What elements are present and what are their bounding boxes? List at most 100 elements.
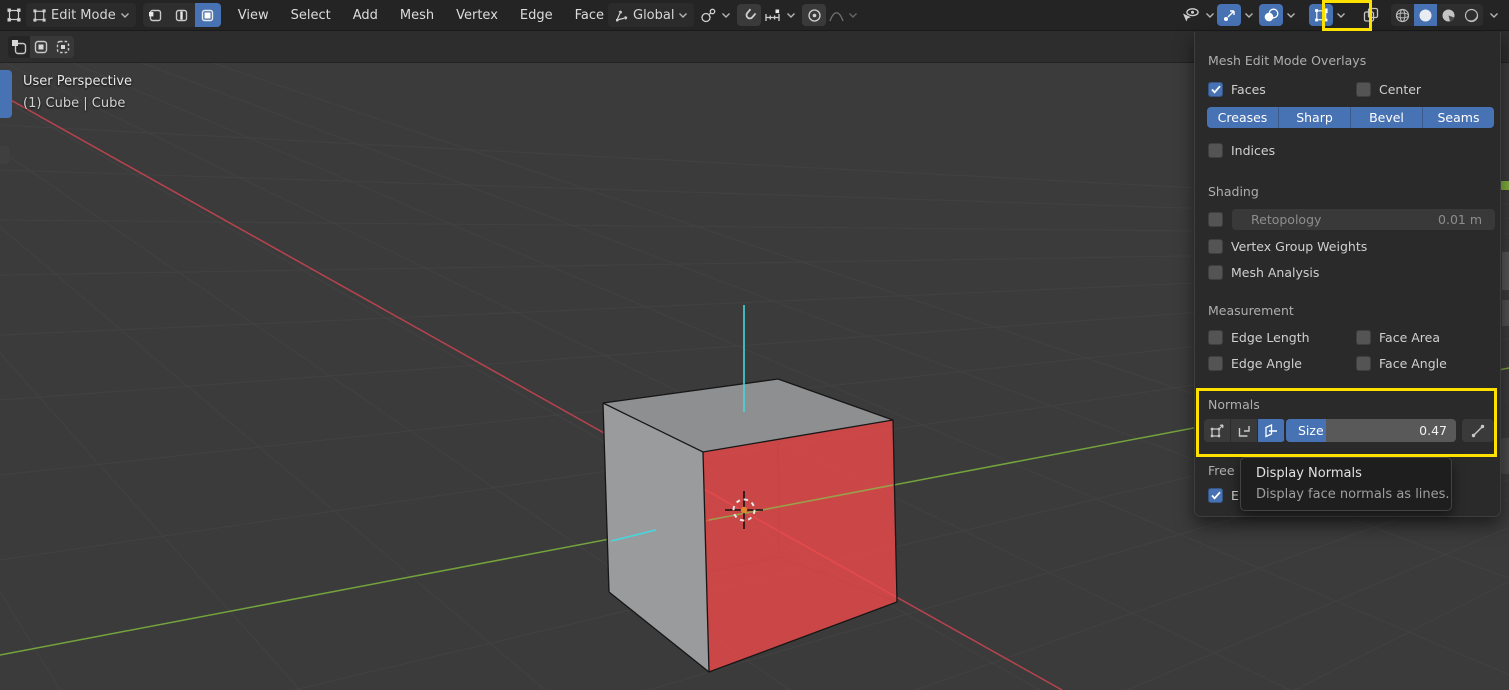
face-angle-row[interactable]: Face Angle bbox=[1356, 356, 1447, 371]
menu-bar: View Select Add Mesh Vertex Edge Face UV bbox=[227, 8, 656, 23]
creases-button[interactable]: Creases bbox=[1207, 107, 1279, 128]
vertex-select-button[interactable] bbox=[142, 3, 169, 27]
face-select-button[interactable] bbox=[194, 3, 221, 27]
edge-angle-row[interactable]: Edge Angle bbox=[1208, 356, 1302, 371]
chevron-down-icon bbox=[722, 12, 731, 18]
split-normals-button[interactable] bbox=[1231, 419, 1258, 442]
menu-select[interactable]: Select bbox=[280, 8, 342, 23]
overlays-dropdown[interactable] bbox=[1283, 12, 1299, 19]
proportional-edit-controls bbox=[802, 3, 858, 27]
size-value: 0.47 bbox=[1419, 423, 1447, 438]
retopology-checkbox-row[interactable] bbox=[1208, 212, 1223, 227]
mesh-analysis-checkbox[interactable] bbox=[1208, 265, 1223, 280]
chevron-down-icon bbox=[787, 12, 796, 18]
face-normals-icon bbox=[1265, 423, 1277, 438]
solid-icon bbox=[1419, 9, 1432, 21]
indices-checkbox[interactable] bbox=[1208, 143, 1223, 158]
show-gizmo-button[interactable] bbox=[1217, 4, 1241, 26]
edit-mode-overlays-button[interactable] bbox=[1309, 4, 1333, 26]
menu-view[interactable]: View bbox=[227, 8, 280, 23]
constant-screen-size-button[interactable] bbox=[1462, 419, 1494, 442]
orientation-label: Global bbox=[633, 7, 675, 23]
center-checkbox-row[interactable]: Center bbox=[1356, 82, 1421, 97]
measurement-section-title: Measurement bbox=[1208, 303, 1294, 318]
edit-mode-overlays-dropdown[interactable] bbox=[1333, 12, 1349, 19]
edge-select-button[interactable] bbox=[168, 3, 195, 27]
object-visibility-dropdown[interactable] bbox=[1181, 3, 1215, 27]
gizmo-dropdown[interactable] bbox=[1241, 12, 1257, 19]
xray-toggle-button[interactable] bbox=[1359, 4, 1383, 26]
gizmo-controls bbox=[1217, 4, 1257, 26]
right-sliver-mark-2 bbox=[1502, 300, 1509, 326]
edge-marks-row[interactable]: E bbox=[1208, 488, 1239, 503]
chevron-down-icon bbox=[1245, 12, 1253, 18]
right-sliver-mark-1 bbox=[1502, 252, 1509, 290]
chevron-down-icon bbox=[1287, 12, 1295, 18]
mesh-analysis-row[interactable]: Mesh Analysis bbox=[1208, 265, 1319, 280]
face-area-checkbox[interactable] bbox=[1356, 330, 1371, 345]
material-shading-button[interactable] bbox=[1437, 4, 1460, 26]
edge-angle-checkbox[interactable] bbox=[1208, 356, 1223, 371]
xray-icon bbox=[1363, 7, 1379, 22]
viewport-header: Edit Mode View Select Add Mesh Vertex Ed… bbox=[0, 0, 1509, 31]
menu-edge[interactable]: Edge bbox=[509, 8, 564, 23]
mode-selector[interactable]: Edit Mode bbox=[26, 3, 136, 27]
sharp-button[interactable]: Sharp bbox=[1279, 107, 1351, 128]
axes-icon bbox=[616, 9, 628, 21]
select-mode-extend-button[interactable] bbox=[30, 35, 52, 58]
editor-type-button[interactable] bbox=[6, 3, 22, 27]
indices-checkbox-row[interactable]: Indices bbox=[1208, 143, 1275, 158]
eye-pointer-icon bbox=[1183, 8, 1199, 22]
vertex-group-weights-row[interactable]: Vertex Group Weights bbox=[1208, 239, 1367, 254]
face-angle-checkbox[interactable] bbox=[1356, 356, 1371, 371]
check-icon bbox=[1210, 85, 1221, 94]
transform-orientation-dropdown[interactable]: Global bbox=[608, 3, 695, 27]
select-mode-set-button[interactable] bbox=[8, 35, 30, 58]
vertex-normals-button[interactable] bbox=[1204, 419, 1231, 442]
right-sliver-green bbox=[1501, 181, 1509, 190]
show-overlays-button[interactable] bbox=[1259, 4, 1283, 26]
rendered-shading-button[interactable] bbox=[1460, 4, 1483, 26]
retopology-slider[interactable]: Retopology 0.01 m bbox=[1232, 209, 1495, 230]
select-subtract-icon bbox=[56, 40, 70, 53]
size-label: Size bbox=[1298, 423, 1324, 438]
menu-mesh[interactable]: Mesh bbox=[389, 8, 445, 23]
active-tool-button[interactable] bbox=[0, 70, 12, 118]
proportional-edit-button[interactable] bbox=[802, 4, 827, 26]
overlay-controls bbox=[1259, 4, 1299, 26]
select-mode-subtract-button[interactable] bbox=[52, 35, 74, 58]
mesh-edit-overlays-panel: Mesh Edit Mode Overlays Faces Center Cre… bbox=[1194, 32, 1501, 517]
menu-vertex[interactable]: Vertex bbox=[445, 8, 509, 23]
edge-length-row[interactable]: Edge Length bbox=[1208, 330, 1310, 345]
vertex-group-weights-checkbox[interactable] bbox=[1208, 239, 1223, 254]
chevron-down-icon bbox=[849, 12, 858, 18]
menu-add[interactable]: Add bbox=[342, 8, 389, 23]
tool-button[interactable] bbox=[0, 146, 10, 164]
viewport-info-text: User Perspective (1) Cube | Cube bbox=[23, 74, 132, 111]
normals-size-slider[interactable]: Size 0.47 bbox=[1286, 419, 1456, 442]
edge-angle-label: Edge Angle bbox=[1231, 356, 1303, 371]
freestyle-section-title-partial: Free bbox=[1208, 463, 1235, 478]
face-normals-button[interactable] bbox=[1258, 419, 1285, 442]
snap-target-dropdown[interactable] bbox=[764, 3, 796, 27]
snap-toggle-button[interactable] bbox=[737, 4, 762, 26]
retopology-checkbox[interactable] bbox=[1208, 212, 1223, 227]
falloff-dropdown[interactable] bbox=[829, 3, 858, 27]
solid-shading-button[interactable] bbox=[1414, 4, 1437, 26]
pivot-point-dropdown[interactable] bbox=[700, 3, 731, 27]
seams-button[interactable]: Seams bbox=[1423, 107, 1494, 128]
faces-checkbox[interactable] bbox=[1208, 82, 1223, 97]
edge-marks-checkbox[interactable] bbox=[1208, 488, 1223, 503]
header-right-controls bbox=[1181, 3, 1503, 27]
edge-length-checkbox[interactable] bbox=[1208, 330, 1223, 345]
split-normals-icon bbox=[1238, 425, 1250, 437]
edge-overlay-buttons: Creases Sharp Bevel Seams bbox=[1207, 107, 1494, 128]
vertex-select-icon bbox=[149, 9, 162, 21]
shading-dropdown[interactable] bbox=[1485, 12, 1503, 19]
center-checkbox[interactable] bbox=[1356, 82, 1371, 97]
wireframe-shading-button[interactable] bbox=[1391, 4, 1414, 26]
bevel-button[interactable]: Bevel bbox=[1351, 107, 1423, 128]
faces-checkbox-row[interactable]: Faces bbox=[1208, 82, 1266, 97]
face-area-row[interactable]: Face Area bbox=[1356, 330, 1440, 345]
chevron-down-icon bbox=[120, 12, 129, 18]
